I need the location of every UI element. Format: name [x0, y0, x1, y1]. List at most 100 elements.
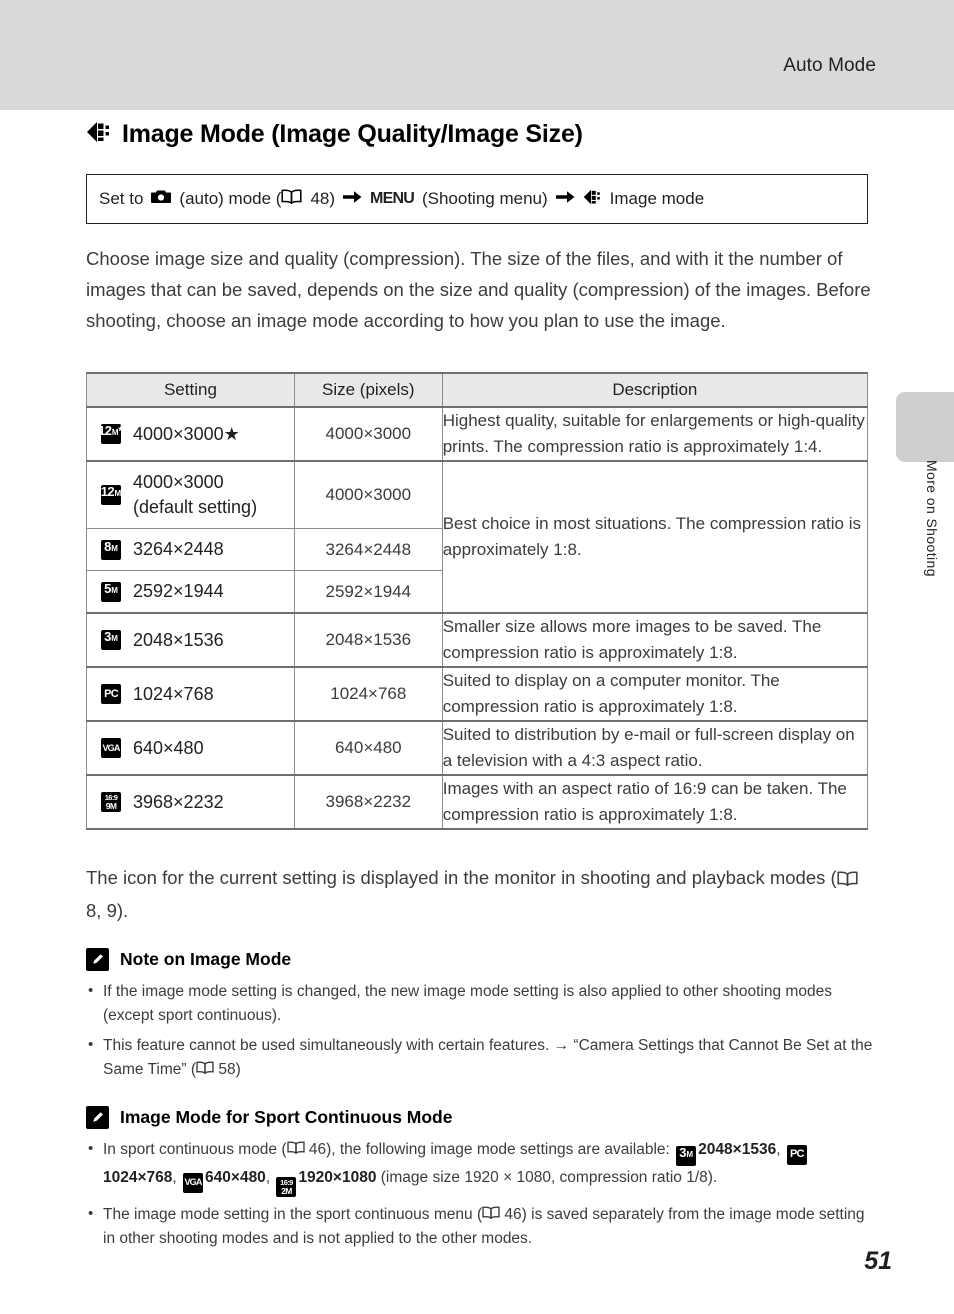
setting-label: 2592×1944 [133, 581, 224, 601]
chip-word: PC [789, 1148, 804, 1161]
bullet-page-ref: 46) [504, 1206, 527, 1224]
3m-icon: 3M [676, 1145, 697, 1167]
note-bullet-list: In sport continuous mode ( 46), the foll… [86, 1137, 876, 1251]
chip-unit: M [111, 543, 118, 553]
vga-icon: VGA [183, 1172, 204, 1193]
note-header: Image Mode for Sport Continuous Mode [86, 1106, 876, 1129]
th-size: Size (pixels) [293, 372, 443, 408]
cell-setting: 12 M 4000×3000 (default setting) [86, 460, 295, 529]
cell-setting: PC 1024×768 [86, 666, 295, 722]
cell-setting: 3M 2048×1536 [86, 612, 295, 668]
table-row: 3M 2048×1536 2048×1536 Smaller size allo… [86, 612, 869, 668]
section-heading: Image Mode (Image Quality/Image Size) [86, 120, 876, 149]
book-reference-icon [837, 864, 858, 895]
cell-setting: 16:9 9M 3968×2232 [86, 774, 295, 830]
table-header-row: Setting Size (pixels) Description [86, 372, 869, 408]
cell-size: 4000×3000 [293, 460, 443, 529]
chip-word: VGA [102, 742, 120, 753]
section-title: Image Mode (Image Quality/Image Size) [122, 120, 583, 148]
cell-size: 1024×768 [293, 666, 443, 722]
list-item: If the image mode setting is changed, th… [86, 979, 876, 1028]
cell-size: 3264×2448 [293, 528, 443, 571]
chip-unit: M [111, 585, 118, 595]
cell-size: 640×480 [293, 720, 443, 776]
setting-label: 4000×3000 (default setting) [133, 470, 257, 520]
bullet-text-part1: In sport continuous mode ( [103, 1141, 287, 1159]
cell-description: Smaller size allows more images to be sa… [441, 612, 869, 668]
after-table-paragraph: The icon for the current setting is disp… [86, 862, 876, 926]
note-bullet-list: If the image mode setting is changed, th… [86, 979, 876, 1082]
th-description: Description [441, 372, 869, 408]
note-header: Note on Image Mode [86, 948, 876, 971]
after-table-page-refs: 8, 9). [86, 899, 129, 921]
pencil-note-icon [86, 1106, 109, 1129]
cell-setting: 5M 2592×1944 [86, 570, 295, 614]
chip-unit: M [686, 1150, 694, 1160]
table-row: 16:9 9M 3968×2232 3968×2232 Images with … [86, 774, 869, 830]
image-mode-icon [86, 121, 112, 148]
cell-description: Images with an aspect ratio of 16:9 can … [441, 774, 869, 830]
cell-description: Suited to display on a computer monitor.… [441, 666, 869, 722]
page-content: Image Mode (Image Quality/Image Size) Se… [0, 0, 954, 1314]
pc-icon: PC [101, 684, 121, 704]
bullet-page-ref: 46) [308, 1141, 332, 1159]
chip-word: VGA [184, 1177, 202, 1188]
chip-number: 12 [100, 484, 115, 499]
menu-path-box: Set to (auto) mode ( 48) MENU (Shooting … [86, 174, 868, 224]
menu-button-label: MENU [370, 190, 415, 207]
cell-setting: VGA 640×480 [86, 720, 295, 776]
chip-row-2: 9M [105, 800, 117, 811]
list-item: In sport continuous mode ( 46), the foll… [86, 1137, 876, 1198]
route-set-to: Set to [99, 189, 144, 208]
8m-icon: 8M [101, 538, 121, 560]
note-image-mode: Note on Image Mode If the image mode set… [86, 948, 876, 1088]
menu-path-text: Set to (auto) mode ( 48) MENU (Shooting … [99, 189, 704, 210]
cell-setting: 8M 3264×2448 [86, 528, 295, 571]
cell-size: 2592×1944 [293, 570, 443, 614]
cell-size: 4000×3000 [293, 406, 443, 462]
setting-line-1: 4000×3000 [133, 472, 224, 492]
route-shooting-menu: (Shooting menu) [421, 189, 548, 208]
bullet-text-part1: The image mode setting in the sport cont… [103, 1206, 483, 1224]
16to9-9m-icon: 16:9 9M [101, 792, 121, 812]
3m-icon: 3M [101, 630, 121, 650]
setting-line-2: (default setting) [133, 497, 258, 517]
chip-number: 3 [104, 629, 111, 644]
table-row: VGA 640×480 640×480 Suited to distributi… [86, 720, 869, 776]
page-number: 51 [864, 1247, 892, 1275]
list-item: The image mode setting in the sport cont… [86, 1202, 876, 1251]
book-reference-icon [482, 1203, 500, 1227]
pencil-note-icon [86, 948, 109, 971]
route-page-ref-1: 48) [310, 189, 336, 208]
chip-unit: M [114, 489, 122, 498]
setting-label: 3968×2232 [133, 791, 224, 812]
setting-label: 640×480 [133, 737, 204, 758]
note-sport-continuous: Image Mode for Sport Continuous Mode In … [86, 1106, 876, 1257]
route-auto-mode: (auto) mode ( [179, 189, 282, 208]
book-reference-icon [286, 1138, 305, 1162]
book-reference-icon [196, 1058, 214, 1082]
bullet-text-part2: , the following image mode settings are … [331, 1141, 670, 1159]
list-item: This feature cannot be used simultaneous… [86, 1033, 876, 1082]
note-title: Note on Image Mode [120, 949, 292, 969]
cell-size: 3968×2232 [293, 774, 443, 830]
16to9-2m-icon: 16:9 2M [276, 1177, 297, 1198]
intro-paragraph: Choose image size and quality (compressi… [86, 248, 871, 331]
mode-label: 1024×768 [103, 1169, 173, 1187]
arrow-right-icon [343, 189, 362, 209]
cell-setting: 12 M ★ 4000×3000★ [86, 406, 295, 462]
note-title: Image Mode for Sport Continuous Mode [120, 1107, 453, 1127]
bullet-page-ref: 58) [218, 1061, 241, 1079]
12m-fine-icon: 12 M ★ [98, 424, 124, 444]
chip-number: 8 [104, 538, 111, 554]
vga-icon: VGA [101, 738, 121, 758]
setting-label: 2048×1536 [133, 629, 224, 650]
pc-icon: PC [786, 1144, 807, 1165]
cell-size: 2048×1536 [293, 612, 443, 668]
chip-number: 3 [679, 1145, 686, 1161]
mode-label: 2048×1536 [698, 1141, 777, 1159]
setting-label: 1024×768 [133, 683, 214, 704]
table-row: 12 M 4000×3000 (default setting) 4000×300… [86, 460, 869, 614]
arrow-right-icon-2 [555, 189, 575, 209]
table-row: PC 1024×768 1024×768 Suited to display o… [86, 666, 869, 722]
